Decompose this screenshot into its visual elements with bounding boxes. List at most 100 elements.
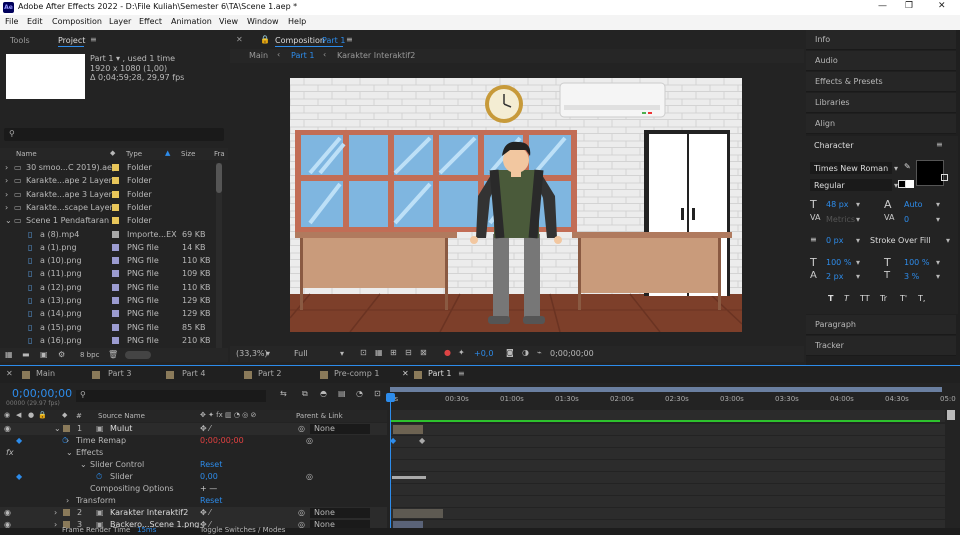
menu-view[interactable]: View [219, 17, 238, 26]
current-timecode[interactable]: 0;00;00;00 [12, 387, 72, 400]
playhead-line[interactable] [390, 395, 391, 530]
thumbnail-slider[interactable] [125, 351, 151, 359]
close-tab-icon[interactable]: ✕ [6, 369, 13, 378]
subscript-button[interactable]: T, [918, 294, 925, 303]
property-row[interactable]: fx ⌄ Effects [0, 447, 387, 459]
label-color[interactable] [112, 217, 119, 225]
eye-icon[interactable]: ◉ [4, 411, 10, 419]
faux-italic-button[interactable]: T [844, 294, 849, 303]
panel-effects-presets[interactable]: Effects & Presets [806, 72, 956, 92]
panel-tracker[interactable]: Tracker [806, 336, 956, 356]
project-item[interactable]: ▯ a (15).png PNG file 85 KB [0, 321, 225, 335]
label-color[interactable] [112, 257, 119, 265]
camera-icon[interactable]: ◙ [506, 348, 514, 357]
pickwhip-icon[interactable]: ◎ [298, 508, 305, 517]
work-area-range[interactable] [390, 387, 942, 392]
small-caps-button[interactable]: Tr [880, 294, 887, 303]
project-item[interactable]: › ▭ Karakte...ape 3 Layers Folder [0, 188, 225, 202]
layer-switches-icon[interactable]: ✥ ⁄ [200, 508, 211, 517]
tab-tools[interactable]: Tools [10, 36, 30, 45]
panel-menu-icon[interactable]: ≡ [458, 369, 465, 378]
label-color[interactable] [112, 323, 119, 331]
col-fr[interactable]: Fra [214, 150, 225, 158]
mask-icon[interactable]: ⊞ [390, 348, 397, 357]
fill-color-swatch[interactable] [916, 160, 944, 186]
menu-edit[interactable]: Edit [27, 17, 43, 26]
layer-name[interactable]: Karakter Interaktif2 [110, 508, 188, 517]
style-select[interactable]: Regular [810, 179, 892, 191]
new-comp-icon[interactable]: ▣ [40, 350, 48, 359]
menu-layer[interactable]: Layer [109, 17, 131, 26]
layer-switches-icon[interactable]: ✥ ⁄ [200, 424, 211, 433]
twirl-chevron-icon[interactable]: › [54, 508, 57, 517]
faux-bold-button[interactable]: T [828, 294, 833, 303]
twirl-chevron-icon[interactable]: › [66, 496, 69, 505]
scroll-thumb[interactable] [216, 163, 222, 193]
white-swatch-icon[interactable] [906, 180, 914, 188]
all-caps-button[interactable]: TT [860, 294, 870, 303]
property-value[interactable]: 0,00 [200, 472, 218, 481]
exposure-value[interactable]: +0,0 [474, 349, 493, 358]
comp-viewer[interactable] [290, 78, 742, 332]
new-folder-icon[interactable]: ▬ [22, 350, 30, 359]
layer-bar[interactable] [393, 425, 423, 434]
work-area-bar[interactable] [390, 387, 942, 392]
stroke-color-swatch[interactable] [941, 174, 948, 181]
col-name[interactable]: Name [16, 150, 37, 158]
property-value[interactable]: Reset [200, 460, 222, 469]
label-color[interactable] [112, 230, 119, 238]
menu-composition[interactable]: Composition [52, 17, 102, 26]
panel-menu-icon[interactable]: ≡ [346, 35, 353, 44]
shy-icon[interactable]: ◓ [320, 389, 327, 398]
layer-bar[interactable] [393, 509, 443, 518]
interpret-icon[interactable]: ▦ [5, 350, 13, 359]
transparency-grid-icon[interactable]: ▦ [375, 348, 383, 357]
label-color[interactable] [112, 203, 119, 211]
bpc-label[interactable]: 8 bpc [80, 351, 99, 359]
menu-animation[interactable]: Animation [171, 17, 212, 26]
motion-blur-icon[interactable]: ◔ [356, 389, 363, 398]
property-row[interactable]: ◆ ⏱ Slider 0,00 ◎ [0, 471, 387, 483]
no-fill-icon[interactable] [898, 180, 906, 188]
solo-icon[interactable]: ● [28, 411, 34, 419]
tracking-value[interactable]: 0 [904, 215, 909, 224]
project-item[interactable]: ▯ a (1).png PNG file 14 KB [0, 241, 225, 255]
restore-button[interactable]: ❐ [905, 1, 913, 11]
breadcrumb-part1[interactable]: Part 1 [291, 51, 314, 60]
keyframe-nav-icon[interactable]: ◆ [16, 472, 22, 481]
pickwhip-icon[interactable]: ◎ [298, 424, 305, 433]
tab-part3[interactable]: Part 3 [108, 369, 131, 378]
twirl-chevron-icon[interactable]: ⌄ [80, 460, 87, 469]
comp-tab-prefix[interactable]: Composition [275, 36, 325, 45]
col-parent-link[interactable]: Parent & Link [296, 412, 343, 420]
timeline-search-input[interactable]: ⚲ [76, 390, 266, 402]
eyedropper-icon[interactable]: ✎ [904, 162, 911, 171]
panel-paragraph[interactable]: Paragraph [806, 315, 956, 335]
project-item[interactable]: › ▭ 30 smoo...C 2019).aep Folder [0, 161, 225, 175]
horizontal-scale-value[interactable]: 100 % [904, 258, 929, 267]
project-item[interactable]: ▯ a (13).png PNG file 129 KB [0, 294, 225, 308]
tsume-value[interactable]: 3 % [904, 272, 919, 281]
graph-editor-icon[interactable]: ⊡ [374, 389, 381, 398]
label-color[interactable] [112, 243, 119, 251]
label-color[interactable] [112, 336, 119, 344]
font-size-value[interactable]: 48 px [826, 200, 849, 209]
time-ruler[interactable]: 0s00:30s01:00s01:30s02:00s02:30s03:00s03… [390, 393, 956, 407]
label-color[interactable] [112, 177, 119, 185]
twirl-chevron-icon[interactable]: ⌄ [66, 448, 73, 457]
menu-file[interactable]: File [5, 17, 18, 26]
superscript-button[interactable]: T' [900, 294, 907, 303]
layer-label-color[interactable] [63, 425, 70, 432]
menu-window[interactable]: Window [247, 17, 279, 26]
frame-blend-icon[interactable]: ▤ [338, 389, 346, 398]
close-tab-icon[interactable]: ✕ [402, 369, 409, 378]
zoom-select[interactable]: (33,3%) [236, 349, 268, 358]
label-color[interactable] [112, 164, 119, 171]
lock-icon[interactable]: 🔒 [38, 411, 47, 419]
label-color[interactable] [112, 297, 119, 304]
menu-effect[interactable]: Effect [139, 17, 162, 26]
property-row[interactable]: ◆ ⏱ › Time Remap 0;00;00;00 ◎ [0, 435, 387, 447]
project-item[interactable]: ⌄ ▭ Scene 1 Pendaftaran Folder [0, 214, 225, 228]
minimize-button[interactable]: — [878, 1, 887, 11]
comp-marker-icon[interactable] [947, 410, 955, 420]
